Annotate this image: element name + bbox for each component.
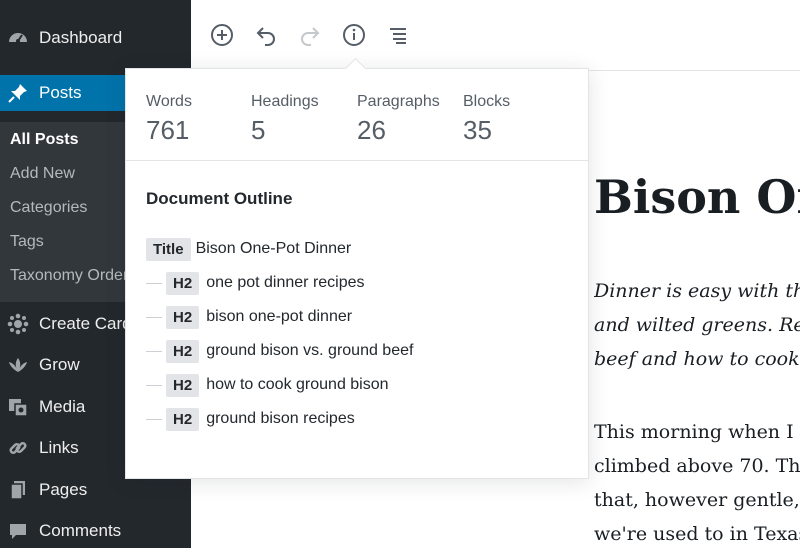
stat-headings: Headings 5 bbox=[251, 93, 319, 146]
intro-line: and wilted greens. Read bbox=[594, 314, 800, 336]
post-title[interactable]: Bison One-Pot Dinner bbox=[594, 170, 800, 224]
media-icon bbox=[6, 395, 30, 419]
outline-item-h2[interactable]: H2 how to cook ground bison bbox=[146, 372, 389, 398]
menu-label-links: Links bbox=[39, 438, 79, 457]
menu-dashboard[interactable]: Dashboard bbox=[0, 21, 191, 55]
outline-item-text: ground bison recipes bbox=[206, 410, 355, 427]
stat-paragraphs: Paragraphs 26 bbox=[357, 93, 440, 146]
link-icon bbox=[6, 436, 30, 460]
outline-indent-line bbox=[146, 350, 162, 352]
document-outline-heading: Document Outline bbox=[146, 189, 293, 208]
content-info-popover: Words 761 Headings 5 Paragraphs 26 Block… bbox=[125, 57, 589, 479]
stat-label: Blocks bbox=[463, 93, 511, 110]
comments-icon bbox=[6, 519, 30, 543]
outline-item-text: how to cook ground bison bbox=[206, 376, 389, 393]
stat-words: Words 761 bbox=[146, 93, 192, 146]
outline-item-h2[interactable]: H2 ground bison recipes bbox=[146, 406, 355, 432]
add-block-icon bbox=[210, 23, 234, 52]
outline-level-badge: Title bbox=[146, 237, 191, 261]
block-navigation-button[interactable] bbox=[383, 22, 413, 52]
pages-icon bbox=[6, 478, 30, 502]
menu-label-posts: Posts bbox=[39, 83, 82, 102]
menu-label-comments: Comments bbox=[39, 521, 122, 540]
outline-item-h2[interactable]: H2 bison one-pot dinner bbox=[146, 304, 352, 330]
stat-blocks: Blocks 35 bbox=[463, 93, 510, 146]
outline-level-badge: H2 bbox=[166, 407, 200, 431]
body-line: climbed above 70. The bbox=[594, 455, 800, 477]
redo-button[interactable] bbox=[295, 22, 325, 52]
body-line: that, however gentle, w bbox=[594, 489, 800, 511]
outline-indent-line bbox=[146, 282, 162, 284]
outline-item-h2[interactable]: H2 one pot dinner recipes bbox=[146, 270, 365, 296]
outline-level-badge: H2 bbox=[166, 271, 200, 295]
menu-label-dashboard: Dashboard bbox=[39, 28, 123, 47]
outline-level-badge: H2 bbox=[166, 373, 200, 397]
submenu-taxonomy-order[interactable]: Taxonomy Order bbox=[10, 267, 128, 285]
stat-value: 761 bbox=[146, 115, 190, 145]
outline-item-title[interactable]: Title Bison One-Pot Dinner bbox=[146, 236, 351, 262]
stat-label: Headings bbox=[251, 93, 319, 110]
info-icon bbox=[342, 23, 366, 52]
menu-label-pages: Pages bbox=[39, 480, 88, 499]
lotus-icon bbox=[6, 353, 30, 377]
outline-indent-line bbox=[146, 384, 162, 386]
submenu-add-new[interactable]: Add New bbox=[10, 165, 75, 183]
stat-label: Paragraphs bbox=[357, 93, 440, 110]
intro-line: beef and how to cook g bbox=[594, 348, 800, 370]
intro-line: Dinner is easy with this bbox=[594, 280, 800, 302]
stat-value: 35 bbox=[463, 115, 492, 145]
outline-item-text: bison one-pot dinner bbox=[206, 308, 353, 325]
submenu-categories[interactable]: Categories bbox=[10, 199, 87, 217]
cards-icon bbox=[6, 312, 30, 336]
dashboard-icon bbox=[6, 26, 30, 50]
outline-level-badge: H2 bbox=[166, 339, 200, 363]
body-line: we're used to in Texas bbox=[594, 523, 800, 545]
menu-label-grow: Grow bbox=[39, 355, 80, 374]
content-info-button[interactable] bbox=[339, 22, 369, 52]
stat-value: 5 bbox=[251, 115, 266, 145]
undo-button[interactable] bbox=[251, 22, 281, 52]
outline-indent-line bbox=[146, 418, 162, 420]
post-content: Bison One-Pot Dinner Dinner is easy with… bbox=[594, 0, 800, 548]
outline-indent-line bbox=[146, 316, 162, 318]
menu-label-media: Media bbox=[39, 397, 86, 416]
redo-icon bbox=[298, 23, 322, 52]
outline-item-text: one pot dinner recipes bbox=[206, 274, 365, 291]
submenu-all-posts[interactable]: All Posts bbox=[10, 131, 78, 149]
add-block-button[interactable] bbox=[207, 22, 237, 52]
outline-item-text: ground bison vs. ground beef bbox=[206, 342, 414, 359]
outline-item-text: Bison One-Pot Dinner bbox=[195, 240, 352, 257]
outline-list-icon bbox=[386, 23, 410, 52]
menu-comments[interactable]: Comments bbox=[0, 514, 191, 548]
outline-item-h2[interactable]: H2 ground bison vs. ground beef bbox=[146, 338, 413, 364]
stat-label: Words bbox=[146, 93, 192, 110]
submenu-tags[interactable]: Tags bbox=[10, 233, 44, 251]
undo-icon bbox=[254, 23, 278, 52]
stat-value: 26 bbox=[357, 115, 386, 145]
pushpin-icon bbox=[6, 81, 30, 105]
popover-divider bbox=[126, 160, 588, 161]
body-line: This morning when I h bbox=[594, 421, 800, 443]
outline-level-badge: H2 bbox=[166, 305, 200, 329]
